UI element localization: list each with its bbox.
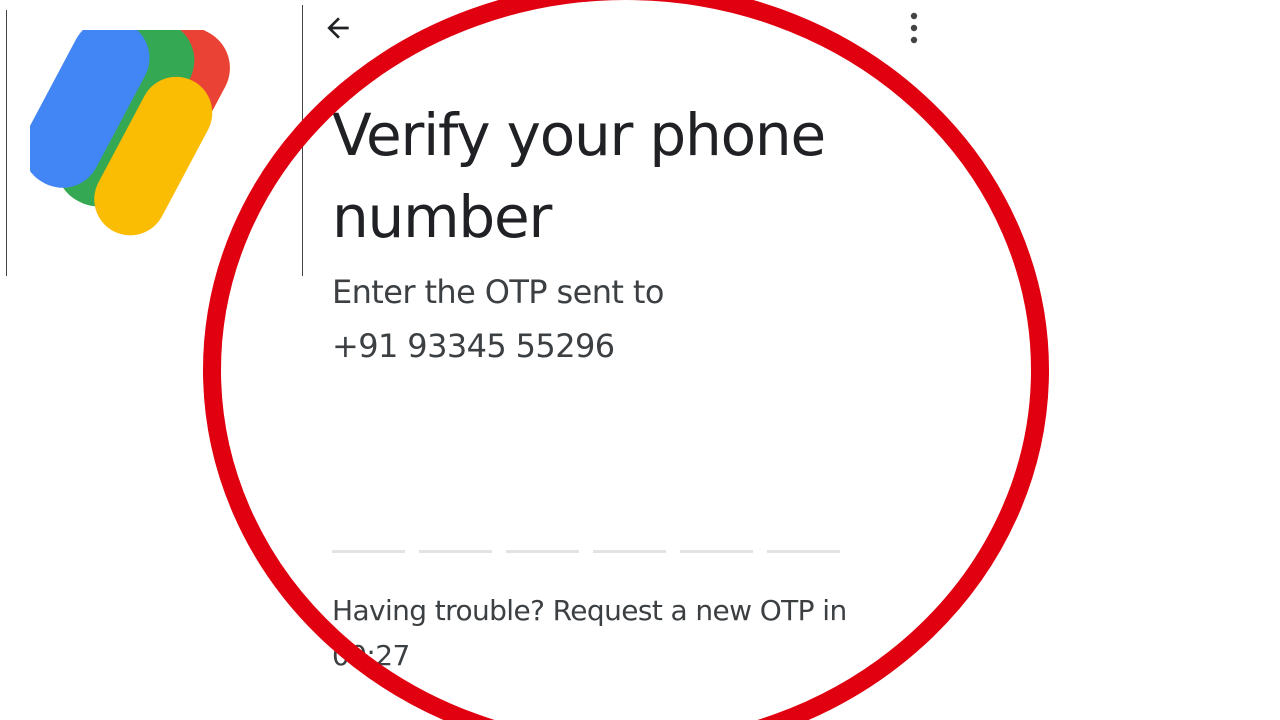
otp-instruction: Enter the OTP sent to <box>332 273 664 311</box>
divider-line <box>302 5 303 276</box>
divider-line <box>6 10 7 276</box>
resend-otp-message: Having trouble? Request a new OTP in 00:… <box>332 588 932 678</box>
otp-digit-1[interactable] <box>332 520 405 553</box>
logo-panel <box>0 0 304 280</box>
resend-timer: 00:27 <box>332 639 410 672</box>
otp-digit-4[interactable] <box>593 520 666 553</box>
otp-digit-2[interactable] <box>419 520 492 553</box>
google-pay-logo <box>30 30 230 236</box>
more-vert-icon <box>910 12 918 44</box>
otp-input-group <box>332 520 840 553</box>
resend-otp-label: Having trouble? Request a new OTP in <box>332 594 847 627</box>
more-options-button[interactable] <box>894 8 934 48</box>
otp-digit-6[interactable] <box>767 520 840 553</box>
arrow-back-icon <box>327 17 349 39</box>
otp-digit-5[interactable] <box>680 520 753 553</box>
otp-digit-3[interactable] <box>506 520 579 553</box>
back-button[interactable] <box>318 8 358 48</box>
verify-phone-screen: Verify your phone number Enter the OTP s… <box>304 0 964 720</box>
phone-number: +91 93345 55296 <box>332 327 615 365</box>
page-title: Verify your phone number <box>332 101 826 251</box>
